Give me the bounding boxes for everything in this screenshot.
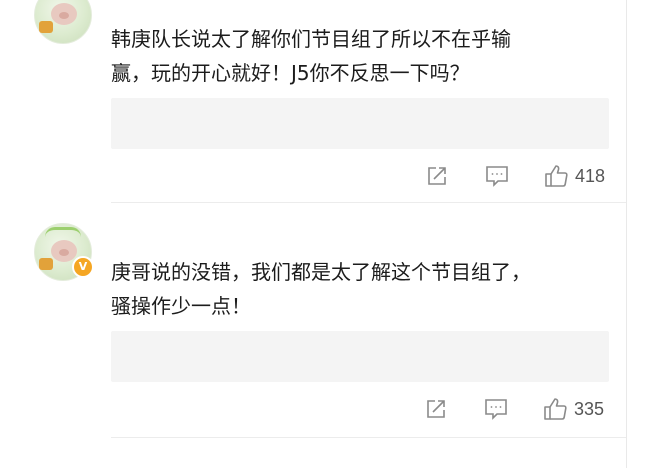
avatar-bag-image <box>39 258 53 270</box>
comment-button[interactable] <box>483 394 509 424</box>
share-icon <box>425 164 449 188</box>
thumbs-up-icon <box>542 396 568 422</box>
like-count: 418 <box>575 165 606 186</box>
avatar[interactable]: V <box>34 223 94 281</box>
comment-actions: 418 <box>0 161 626 191</box>
like-button[interactable]: 418 <box>543 161 605 191</box>
comment-text: 庚哥说的没错，我们都是太了解这个节目组了， 骚操作少一点！ <box>111 255 611 323</box>
comment-item: 韩庚队长说太了解你们节目组了所以不在乎输 赢，玩的开心就好！J5你不反思一下吗？ <box>0 0 626 205</box>
comment-actions: 335 <box>0 394 626 424</box>
avatar-pig-image <box>51 240 77 262</box>
avatar-pig-image <box>51 3 77 25</box>
share-icon <box>424 397 448 421</box>
thumbs-up-icon <box>543 163 569 189</box>
share-button[interactable] <box>424 394 448 424</box>
avatar-ring-decoration <box>45 227 81 240</box>
comment-divider <box>111 437 626 438</box>
comment-icon <box>483 397 509 421</box>
avatar[interactable] <box>34 0 92 44</box>
page-right-border <box>626 0 627 468</box>
comment-text-line: 骚操作少一点！ <box>111 294 251 318</box>
content-placeholder <box>111 98 609 149</box>
comment-divider <box>111 202 626 203</box>
comment-text-line: 韩庚队长说太了解你们节目组了所以不在乎输 <box>111 27 511 51</box>
share-button[interactable] <box>425 161 449 191</box>
comment-icon <box>484 164 510 188</box>
like-button[interactable]: 335 <box>542 394 604 424</box>
avatar-bag-image <box>39 21 53 33</box>
like-count: 335 <box>574 398 605 419</box>
comment-item: V 庚哥说的没错，我们都是太了解这个节目组了， 骚操作少一点！ 335 <box>0 205 626 468</box>
content-placeholder <box>111 331 609 382</box>
comment-button[interactable] <box>484 161 510 191</box>
comment-text: 韩庚队长说太了解你们节目组了所以不在乎输 赢，玩的开心就好！J5你不反思一下吗？ <box>111 22 611 90</box>
comment-text-line: 赢，玩的开心就好！J5你不反思一下吗？ <box>111 61 470 85</box>
comment-text-line: 庚哥说的没错，我们都是太了解这个节目组了， <box>111 260 531 284</box>
verified-badge-icon: V <box>72 256 94 278</box>
